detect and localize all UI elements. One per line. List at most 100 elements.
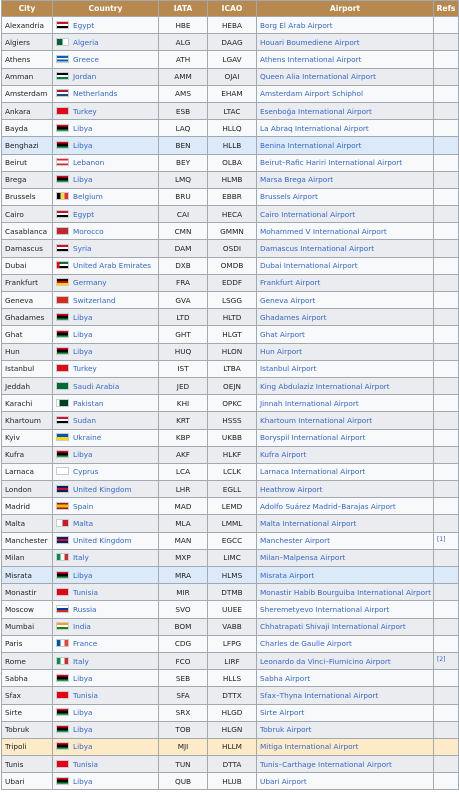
header-icao[interactable]: ICAO — [207, 0, 257, 17]
country-link[interactable]: Morocco — [73, 227, 104, 236]
airport-link[interactable]: Beirut–Rafic Hariri International Airpor… — [260, 158, 402, 167]
country-link[interactable]: Italy — [73, 553, 89, 562]
reference-link[interactable]: [1] — [437, 536, 446, 543]
country-link[interactable]: Libya — [73, 708, 93, 717]
country-link[interactable]: Libya — [73, 742, 93, 751]
airport-link[interactable]: Brussels Airport — [260, 192, 318, 201]
country-link[interactable]: Greece — [73, 55, 99, 64]
airport-link[interactable]: Esenboğa International Airport — [260, 107, 372, 116]
airport-link[interactable]: Tunis–Carthage International Airport — [260, 760, 392, 769]
header-refs[interactable]: Refs — [433, 0, 459, 17]
airport-link[interactable]: Jinnah International Airport — [260, 399, 359, 408]
country-link[interactable]: Libya — [73, 313, 93, 322]
airport-link[interactable]: Amsterdam Airport Schiphol — [260, 89, 363, 98]
country-link[interactable]: Spain — [73, 502, 93, 511]
airport-link[interactable]: Monastir Habib Bourguiba International A… — [260, 588, 431, 597]
airport-link[interactable]: Leonardo da Vinci–Fiumicino Airport — [260, 657, 391, 666]
airport-link[interactable]: Sabha Airport — [260, 674, 310, 683]
airport-link[interactable]: Boryspil International Airport — [260, 433, 365, 442]
country-link[interactable]: Italy — [73, 657, 89, 666]
airport-link[interactable]: Dubai International Airport — [260, 261, 358, 270]
country-link[interactable]: Libya — [73, 124, 93, 133]
airport-link[interactable]: Malta International Airport — [260, 519, 356, 528]
airport-link[interactable]: Heathrow Airport — [260, 485, 323, 494]
airport-link[interactable]: Sfax–Thyna International Airport — [260, 691, 378, 700]
airport-link[interactable]: Misrata Airport — [260, 571, 314, 580]
header-city[interactable]: City — [1, 0, 53, 17]
country-link[interactable]: Libya — [73, 141, 93, 150]
country-link[interactable]: Pakistan — [73, 399, 104, 408]
reference-link[interactable]: [2] — [437, 656, 446, 663]
airport-link[interactable]: Borg El Arab Airport — [260, 21, 333, 30]
refs-cell — [433, 703, 459, 722]
airport-link[interactable]: Manchester Airport — [260, 536, 330, 545]
country-link[interactable]: Libya — [73, 725, 93, 734]
country-link[interactable]: Turkey — [73, 364, 97, 373]
airport-link[interactable]: Ghadames Airport — [260, 313, 327, 322]
airport-link[interactable]: Damascus International Airport — [260, 244, 374, 253]
airport-link[interactable]: Larnaca International Airport — [260, 467, 365, 476]
country-link[interactable]: Sudan — [73, 416, 96, 425]
country-link[interactable]: Egypt — [73, 21, 94, 30]
country-link[interactable]: United Kingdom — [73, 485, 132, 494]
country-link[interactable]: Belgium — [73, 192, 103, 201]
country-link[interactable]: Jordan — [73, 72, 96, 81]
country-link[interactable]: Tunisia — [73, 691, 98, 700]
country-link[interactable]: Netherlands — [73, 89, 117, 98]
airport-link[interactable]: Frankfurt Airport — [260, 278, 320, 287]
country-link[interactable]: Tunisia — [73, 760, 98, 769]
airport-link[interactable]: Hun Airport — [260, 347, 302, 356]
airport-link[interactable]: Mitiga International Airport — [260, 742, 359, 751]
airport-link[interactable]: Chhatrapati Shivaji International Airpor… — [260, 622, 406, 631]
country-link[interactable]: Libya — [73, 175, 93, 184]
country-link[interactable]: Cyprus — [73, 467, 98, 476]
airport-link[interactable]: Cairo International Airport — [260, 210, 355, 219]
country-cell: Tunisia — [52, 583, 159, 602]
country-link[interactable]: Libya — [73, 347, 93, 356]
country-link[interactable]: Algeria — [73, 38, 99, 47]
country-link[interactable]: Libya — [73, 450, 93, 459]
airport-link[interactable]: La Abraq International Airport — [260, 124, 369, 133]
airport-link[interactable]: Adolfo Suárez Madrid–Barajas Airport — [260, 502, 396, 511]
airport-link[interactable]: Queen Alia International Airport — [260, 72, 376, 81]
country-link[interactable]: Turkey — [73, 107, 97, 116]
airport-link[interactable]: Milan–Malpensa Airport — [260, 553, 345, 562]
airport-link[interactable]: Kufra Airport — [260, 450, 306, 459]
country-link[interactable]: Libya — [73, 571, 93, 580]
country-link[interactable]: Egypt — [73, 210, 94, 219]
airport-link[interactable]: Benina International Airport — [260, 141, 361, 150]
country-link[interactable]: Russia — [73, 605, 96, 614]
header-airport[interactable]: Airport — [256, 0, 434, 17]
country-link[interactable]: India — [73, 622, 91, 631]
country-link[interactable]: Ukraine — [73, 433, 101, 442]
airport-link[interactable]: Istanbul Airport — [260, 364, 317, 373]
header-iata[interactable]: IATA — [158, 0, 208, 17]
airport-link[interactable]: Marsa Brega Airport — [260, 175, 333, 184]
country-link[interactable]: Switzerland — [73, 296, 116, 305]
airport-link[interactable]: Geneva Airport — [260, 296, 315, 305]
airport-link[interactable]: Houari Boumediene Airport — [260, 38, 360, 47]
country-link[interactable]: United Arab Emirates — [73, 261, 151, 270]
country-link[interactable]: Germany — [73, 278, 107, 287]
header-country[interactable]: Country — [52, 0, 159, 17]
country-link[interactable]: Malta — [73, 519, 93, 528]
airport-link[interactable]: Ubari Airport — [260, 777, 307, 786]
country-link[interactable]: Libya — [73, 674, 93, 683]
airport-link[interactable]: Sirte Airport — [260, 708, 304, 717]
country-link[interactable]: France — [73, 639, 97, 648]
country-link[interactable]: Syria — [73, 244, 91, 253]
airport-link[interactable]: Athens International Airport — [260, 55, 361, 64]
airport-link[interactable]: Charles de Gaulle Airport — [260, 639, 352, 648]
country-link[interactable]: Lebanon — [73, 158, 104, 167]
country-link[interactable]: United Kingdom — [73, 536, 132, 545]
country-link[interactable]: Saudi Arabia — [73, 382, 119, 391]
airport-link[interactable]: Mohammed V International Airport — [260, 227, 387, 236]
airport-link[interactable]: King Abdulaziz International Airport — [260, 382, 390, 391]
country-link[interactable]: Tunisia — [73, 588, 98, 597]
airport-link[interactable]: Khartoum International Airport — [260, 416, 372, 425]
country-link[interactable]: Libya — [73, 777, 93, 786]
country-link[interactable]: Libya — [73, 330, 93, 339]
airport-link[interactable]: Sheremetyevo International Airport — [260, 605, 389, 614]
airport-link[interactable]: Tobruk Airport — [260, 725, 311, 734]
airport-link[interactable]: Ghat Airport — [260, 330, 305, 339]
